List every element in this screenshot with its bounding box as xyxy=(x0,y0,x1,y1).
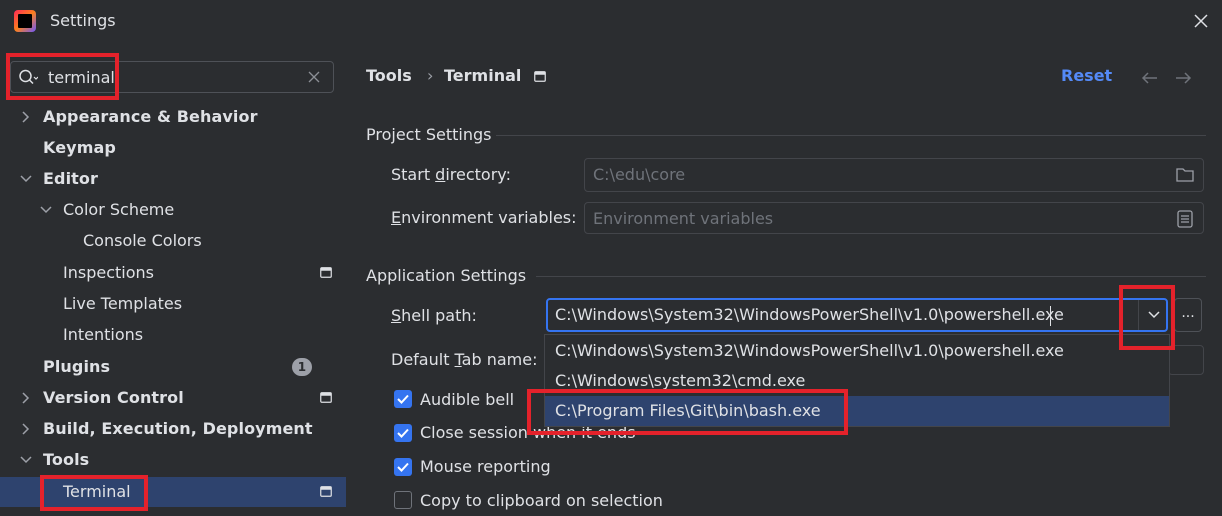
shell-option-git-bash[interactable]: C:\Program Files\Git\bin\bash.exe xyxy=(545,396,1169,426)
start-directory-field[interactable]: C:\edu\core xyxy=(584,158,1204,192)
shell-path-dropdown-list: C:\Windows\System32\WindowsPowerShell\v1… xyxy=(544,334,1170,427)
copy-on-selection-label[interactable]: Copy to clipboard on selection xyxy=(420,491,663,510)
settings-sidebar: Appearance & Behavior Keymap Editor Colo… xyxy=(0,44,346,516)
project-level-icon xyxy=(320,486,332,497)
audible-bell-label[interactable]: Audible bell xyxy=(420,390,514,409)
breadcrumb-terminal: Terminal xyxy=(444,66,522,85)
window-title: Settings xyxy=(50,11,116,30)
chevron-down-icon[interactable] xyxy=(40,204,52,216)
tree-item-keymap[interactable]: Keymap xyxy=(0,133,346,163)
tree-item-version-control[interactable]: Version Control xyxy=(0,383,346,413)
reset-link[interactable]: Reset xyxy=(1061,66,1112,85)
default-tab-name-label: Default Tab name: xyxy=(391,350,538,369)
forward-arrow-icon[interactable] xyxy=(1174,70,1192,86)
search-input[interactable] xyxy=(48,66,298,88)
folder-icon[interactable] xyxy=(1175,166,1195,184)
checkmark-icon xyxy=(397,394,409,404)
tree-item-appearance[interactable]: Appearance & Behavior xyxy=(0,102,346,132)
chevron-right-icon[interactable] xyxy=(20,392,32,404)
tree-item-console-colors[interactable]: Console Colors xyxy=(0,226,346,256)
breadcrumb-separator: › xyxy=(427,66,434,85)
section-divider xyxy=(496,135,1206,136)
text-caret xyxy=(1050,306,1051,326)
tree-item-tools[interactable]: Tools xyxy=(0,445,346,475)
search-icon xyxy=(19,69,38,85)
project-level-icon xyxy=(320,267,332,278)
mouse-reporting-label[interactable]: Mouse reporting xyxy=(420,457,551,476)
back-arrow-icon[interactable] xyxy=(1141,70,1159,86)
project-level-icon xyxy=(320,392,332,403)
tree-item-color-scheme[interactable]: Color Scheme xyxy=(0,195,346,225)
clear-search-icon[interactable] xyxy=(305,68,323,86)
browse-shell-button[interactable]: ... xyxy=(1174,298,1202,332)
shell-path-combobox[interactable]: C:\Windows\System32\WindowsPowerShell\v1… xyxy=(546,298,1168,332)
chevron-down-icon[interactable] xyxy=(1148,309,1160,321)
breadcrumb-tools[interactable]: Tools xyxy=(366,66,412,85)
settings-search-box[interactable] xyxy=(10,61,334,93)
close-session-checkbox[interactable] xyxy=(394,424,412,442)
checkmark-icon xyxy=(397,462,409,472)
tree-item-plugins[interactable]: Plugins 1 xyxy=(0,352,346,382)
environment-variables-label: Environment variables: xyxy=(391,208,577,227)
settings-main-panel: Tools › Terminal Reset Project Settings … xyxy=(346,44,1222,516)
close-icon[interactable] xyxy=(1190,10,1212,32)
intellij-logo-icon xyxy=(14,10,36,32)
chevron-down-icon[interactable] xyxy=(20,454,32,466)
plugins-update-badge: 1 xyxy=(292,358,312,376)
environment-variables-field[interactable]: Environment variables xyxy=(584,202,1204,234)
edit-list-icon[interactable] xyxy=(1175,210,1195,228)
shell-option-powershell[interactable]: C:\Windows\System32\WindowsPowerShell\v1… xyxy=(545,336,1169,366)
mouse-reporting-checkbox[interactable] xyxy=(394,458,412,476)
start-directory-label: Start directory: xyxy=(391,165,511,184)
tree-item-inspections[interactable]: Inspections xyxy=(0,258,346,288)
tree-item-build-execution-deployment[interactable]: Build, Execution, Deployment xyxy=(0,414,346,444)
dropdown-separator xyxy=(1138,300,1139,330)
checkmark-icon xyxy=(397,428,409,438)
tree-item-terminal[interactable]: Terminal xyxy=(0,477,346,507)
tree-item-live-templates[interactable]: Live Templates xyxy=(0,289,346,319)
title-bar: Settings xyxy=(0,0,1222,44)
project-level-icon xyxy=(534,71,546,82)
section-divider xyxy=(536,276,1206,277)
tree-item-editor[interactable]: Editor xyxy=(0,164,346,194)
copy-on-selection-checkbox[interactable] xyxy=(394,491,412,509)
default-tab-name-field[interactable] xyxy=(1168,345,1204,375)
audible-bell-checkbox[interactable] xyxy=(394,390,412,408)
project-settings-heading: Project Settings xyxy=(366,125,492,144)
chevron-right-icon[interactable] xyxy=(20,111,32,123)
shell-path-label: Shell path: xyxy=(391,306,477,325)
shell-path-value[interactable]: C:\Windows\System32\WindowsPowerShell\v1… xyxy=(555,305,1064,324)
application-settings-heading: Application Settings xyxy=(366,266,527,285)
chevron-down-icon[interactable] xyxy=(20,173,32,185)
shell-option-cmd[interactable]: C:\Windows\system32\cmd.exe xyxy=(545,366,1169,396)
tree-item-intentions[interactable]: Intentions xyxy=(0,320,346,350)
chevron-right-icon[interactable] xyxy=(20,423,32,435)
